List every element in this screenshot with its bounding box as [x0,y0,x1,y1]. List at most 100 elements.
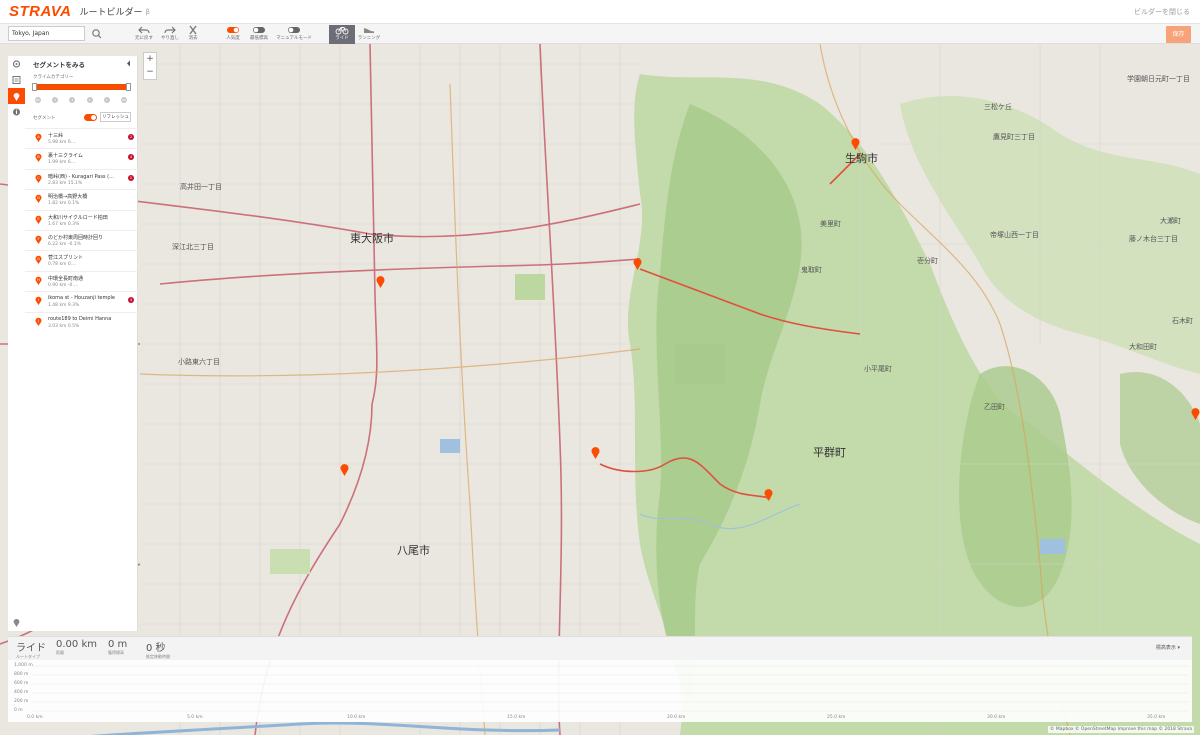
distance-value: 0.00 km [56,639,97,650]
min-elevation-toggle[interactable]: 最低標高 [241,25,277,44]
list-icon[interactable] [8,72,25,88]
map-label: 壱分町 [917,257,938,265]
segment-marker-icon: I [35,296,42,306]
toggle-off-icon [253,27,265,33]
x-tick-label: 25.0 km [827,715,846,720]
segment-list-item[interactable]: A 十三峠 5.98 km 6.... 2 [25,128,138,148]
segment-list-item[interactable]: B 裏十三クライム 1.99 km 6.... 4 [25,148,138,168]
segment-letter: F [37,237,39,241]
map-marker-icon[interactable] [1191,408,1200,420]
segment-list-item[interactable]: C 暗峠(西) - Kuragari Pass (... 2.83 km 15.1%… [25,168,138,189]
x-tick-label: 0.0 km [27,715,43,720]
segments-toggle[interactable] [84,114,97,121]
map-label: 鬼取町 [801,266,822,274]
segment-name: 大和川サイクルロード柏田 [48,214,108,221]
segment-name: 裏十三クライム [48,153,83,160]
climb-category-badge: 4 [128,154,134,161]
segment-stats: 5.98 km 6.... [48,140,77,145]
map-label: 大瀬町 [1160,217,1181,225]
y-tick-label: 200 m [14,699,29,704]
run-mode-button[interactable]: ランニング [355,25,383,44]
segment-marker-icon: A [35,133,42,142]
segment-explorer-panel: セグメントをみる クライムカテゴリー NC 4 3 2 1 HC セグメント リ… [25,56,138,631]
y-tick-label: 400 m [14,690,29,695]
map-marker-icon[interactable] [340,464,349,476]
bicycle-icon [335,27,349,35]
segment-stats: 0.78 km 0.... [48,262,77,268]
segment-name: route189 to Deimi Hanna [48,315,112,322]
save-button[interactable]: 保存 [1166,26,1191,43]
x-tick-label: 15.0 km [507,715,526,720]
location-search-input[interactable] [8,26,85,41]
segment-list-item[interactable]: E 大和川サイクルロード柏田 1.67 km 0.3% [25,209,138,230]
ride-mode-button[interactable]: ライド [329,25,355,44]
segment-name: 中環全長町南通 [48,275,84,282]
route-builder-app: 東大阪市 生駒市 八尾市 平群町 深江北三丁目 小路東六丁目 高井田一丁目 美里… [0,0,1200,735]
clear-button[interactable]: 消去 [175,25,211,44]
chevron-left-icon[interactable] [126,60,132,67]
category-dots: NC 4 3 2 1 HC [35,97,127,103]
map-marker-icon[interactable] [633,258,642,270]
segment-stats: 1.67 km 0.3% [48,221,80,227]
slider-handle-min[interactable] [32,83,37,91]
beta-badge: β [145,7,150,16]
climb-category-slider[interactable] [32,83,131,91]
chart-type-select[interactable]: 標高表示 ▾ [1156,644,1180,651]
zoom-in-button[interactable]: + [144,53,156,66]
category-dot: 1 [103,97,110,103]
slider-handle-max[interactable] [126,83,131,91]
elevation-stat: 0 m 獲得標高 [108,639,127,656]
segment-stats: 3.03 km 0.5% [48,323,80,329]
map-canvas[interactable]: 東大阪市 生駒市 八尾市 平群町 深江北三丁目 小路東六丁目 高井田一丁目 美里… [0,44,1200,735]
map-label: 美里町 [820,220,841,228]
map-label: 八尾市 [397,544,430,557]
map-marker-icon[interactable] [591,447,600,459]
segment-stats: 2.83 km 15.1% [48,180,83,186]
segment-stats: 1.82 km 0.1% [48,201,80,207]
strava-logo[interactable]: STRAVA [9,3,71,20]
zoom-out-button[interactable]: − [144,66,156,79]
map-attribution[interactable]: © Mapbox © OpenStreetMap Improve this ma… [1047,726,1194,733]
map-label: 学園朝日元町一丁目 [1127,75,1190,83]
zoom-control: + − [143,52,157,80]
segment-marker-icon[interactable] [8,88,25,104]
top-bar: STRAVA ルートビルダー β ビルダーを閉じる [0,0,1200,24]
map-label: 藤ノ木台三丁目 [1129,235,1178,243]
segment-list-item[interactable]: G 菅江スプリント 0.78 km 0.... [25,250,138,270]
refresh-button[interactable]: リフレッシュ [100,112,131,122]
segment-stats: 6.22 km -0.1% [48,241,81,247]
category-dot: 3 [69,97,76,103]
location-pin-icon[interactable] [8,614,25,630]
map-marker-icon[interactable] [376,276,385,288]
segment-list-item[interactable]: F のどか村東周回時計回り 6.22 km -0.1% [25,229,138,250]
chevron-down-icon: ▾ [1177,645,1180,651]
x-tick-label: 30.0 km [987,715,1006,720]
map-label: 平群町 [813,446,846,459]
map-label: 生駒市 [845,152,878,165]
chart-type-label: 標高表示 [1155,645,1176,651]
segment-marker-icon: E [35,215,42,224]
info-icon[interactable] [8,104,25,120]
y-tick-label: 600 m [14,681,29,686]
gear-icon[interactable] [8,56,25,72]
manual-mode-toggle[interactable]: マニュアルモード [276,25,312,44]
segment-list-item[interactable]: Jroute189 to Deimi Hanna 3.03 km 0.5% [25,311,138,332]
close-icon [189,25,197,35]
map-label: 鷹見町三丁目 [993,133,1035,141]
ride-label: ライド [335,36,349,41]
category-dot: NC [35,97,41,103]
page-title: ルートビルダー [79,8,143,18]
segment-list-item[interactable]: H 中環全長町南通 0.90 km -0.... [25,270,138,291]
search-icon[interactable] [90,27,104,41]
segment-stats: 1.48 km 9.3% [48,303,80,309]
map-marker-icon[interactable] [851,138,860,150]
segment-list-item[interactable]: D 明治橋→高野大橋 1.82 km 0.1% [25,189,138,209]
elevation-chart[interactable]: 1,000 m 800 m 600 m 400 m 200 m 0 m 0.0 … [8,660,1192,722]
segment-stats: 0.90 km -0.... [48,282,79,288]
exit-builder-link[interactable]: ビルダーを閉じる [1134,7,1190,17]
segment-list-item[interactable]: Iikoma st - Houzanji temple 1.48 km 9.3% 4 [25,291,138,311]
run-label: ランニング [357,36,381,41]
category-dot: HC [120,97,127,103]
map-label: 東大阪市 [350,232,394,245]
map-marker-icon[interactable] [764,489,773,501]
